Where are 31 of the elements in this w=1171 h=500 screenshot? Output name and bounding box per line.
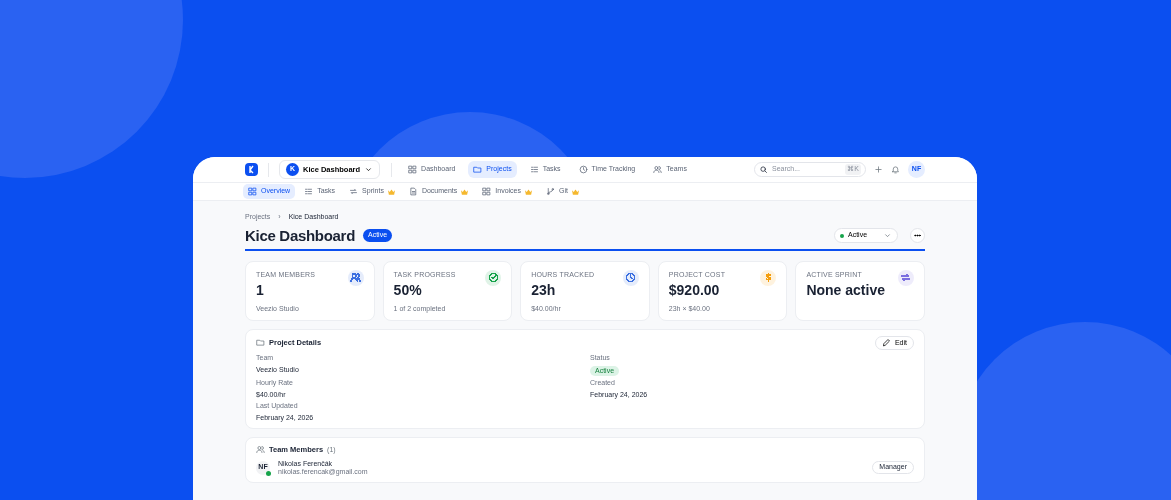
arrows-icon xyxy=(349,187,359,196)
folder-icon xyxy=(256,338,265,348)
status-dot-icon xyxy=(840,233,844,238)
plus-icon xyxy=(874,165,883,174)
pencil-icon xyxy=(881,338,891,348)
grid-icon xyxy=(408,165,418,174)
grid-icon xyxy=(482,187,492,196)
stat-value: 23h xyxy=(531,283,557,299)
stat-value: None active xyxy=(806,283,886,299)
stat-value: 50% xyxy=(393,283,423,299)
page-title: Kice Dashboard xyxy=(245,226,355,245)
more-button[interactable] xyxy=(910,228,925,243)
notifications-button[interactable] xyxy=(891,165,900,174)
grid-icon xyxy=(248,187,257,196)
users-icon xyxy=(653,165,663,174)
folder-icon xyxy=(473,165,483,174)
search-icon xyxy=(759,165,768,174)
stat-value: 1 xyxy=(256,283,265,299)
document-icon xyxy=(408,187,418,196)
branch-icon xyxy=(546,187,555,196)
stat-value: $920.00 xyxy=(668,283,721,299)
clock-icon xyxy=(578,165,588,174)
logo-icon[interactable] xyxy=(245,163,258,176)
bell-icon xyxy=(891,165,900,174)
users-icon xyxy=(256,445,265,455)
list-icon xyxy=(304,187,314,196)
add-button[interactable] xyxy=(874,165,883,174)
chevron-down-icon xyxy=(364,165,374,174)
list-icon xyxy=(529,165,539,174)
more-icon xyxy=(913,231,922,240)
chevron-down-icon xyxy=(883,231,892,240)
